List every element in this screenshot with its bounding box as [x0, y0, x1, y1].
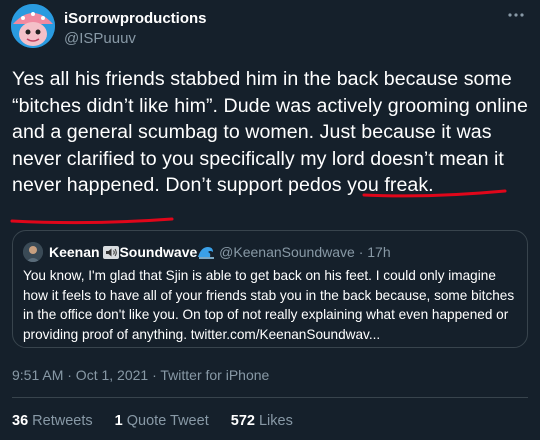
- tweet-text-highlight: Don’t support pedos you freak.: [165, 174, 434, 196]
- author-avatar[interactable]: [11, 4, 55, 48]
- retweets-label: Retweets: [32, 413, 93, 429]
- engagement-stats: 36 Retweets 1 Quote Tweet 572 Likes: [12, 413, 311, 429]
- quotes-count: 1: [114, 413, 123, 429]
- author-display-name[interactable]: iSorrowproductions: [64, 10, 207, 27]
- quoted-name-part2: Soundwave: [119, 244, 198, 260]
- likes-label: Likes: [258, 413, 293, 429]
- speaker-icon: [103, 244, 120, 260]
- tweet-text: Yes all his friends stabbed him in the b…: [12, 66, 532, 199]
- likes-count: 572: [230, 413, 255, 429]
- quotes-label: Quote Tweet: [126, 413, 209, 429]
- quote-tweets-stat[interactable]: 1 Quote Tweet: [115, 413, 209, 429]
- quoted-text: You know, I'm glad that Sjin is able to …: [23, 268, 515, 342]
- more-horizontal-icon[interactable]: [506, 8, 526, 22]
- author-handle[interactable]: @ISPuuuv: [64, 30, 136, 47]
- quoted-handle-time[interactable]: @KeenanSoundwave · 17h: [219, 244, 390, 260]
- quoted-name-part1: Keenan: [49, 244, 100, 260]
- quoted-header: Keenan Soundwave @KeenanSoundwave · 17h: [49, 244, 391, 260]
- retweets-stat[interactable]: 36 Retweets: [12, 413, 93, 429]
- divider: [12, 397, 528, 398]
- retweets-count: 36: [12, 413, 29, 429]
- wave-emoji-icon: [197, 244, 215, 260]
- tweet-card: iSorrowproductions @ISPuuuv Yes all his …: [0, 0, 540, 440]
- likes-stat[interactable]: 572 Likes: [231, 413, 293, 429]
- quoted-author-avatar: [23, 242, 43, 262]
- quoted-tweet[interactable]: Keenan Soundwave @KeenanSoundwave · 17h …: [12, 230, 528, 348]
- tweet-timestamp[interactable]: 9:51 AM · Oct 1, 2021 · Twitter for iPho…: [12, 367, 269, 383]
